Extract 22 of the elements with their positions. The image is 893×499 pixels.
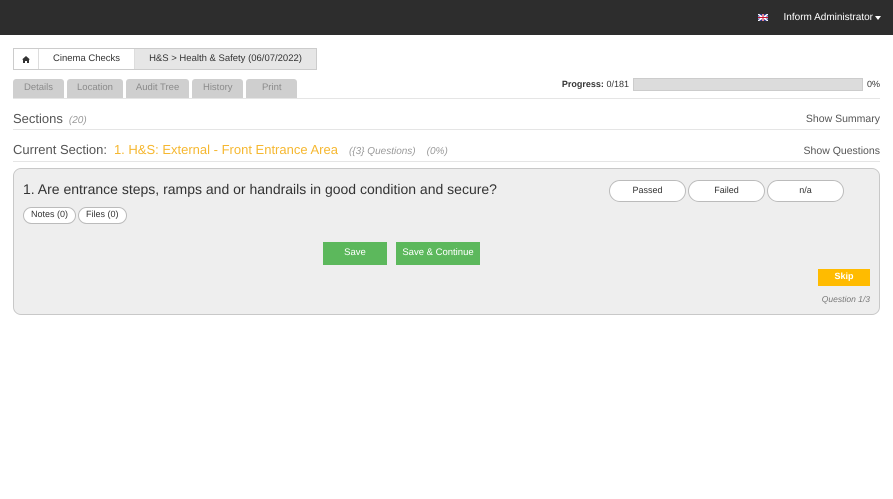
progress-percent: 0% — [866, 78, 880, 91]
question-text: 1. Are entrance steps, ramps and or handrails in good condition and secure? — [23, 180, 497, 199]
answer-button[interactable]: Passed — [609, 180, 686, 202]
caret-icon — [875, 16, 881, 20]
current-section-name: 1. H&S: External - Front Entrance Area — [114, 141, 338, 159]
attachment-button[interactable]: Files (0) — [78, 206, 127, 224]
sections-count: (20) — [68, 114, 87, 128]
show-questions-link[interactable]: Show Questions — [804, 144, 880, 160]
user-menu[interactable]: Inform Administrator — [784, 10, 881, 25]
home-icon — [22, 56, 30, 62]
answer-button[interactable]: Failed — [688, 180, 765, 202]
breadcrumb-item[interactable]: H&S > Health & Safety (06/07/2022) — [135, 49, 316, 69]
show-summary-link[interactable]: Show Summary — [806, 112, 880, 128]
flag-icon — [758, 14, 768, 21]
current-section-label: Current Section: — [13, 141, 107, 159]
progress-label: Progress: 0/181 — [562, 78, 629, 91]
question-count: ({3} Questions) — [348, 145, 416, 159]
answer-button[interactable]: n/a — [767, 180, 844, 202]
sections-title: Sections — [13, 110, 63, 128]
question-position: Question 1/3 — [822, 292, 870, 306]
section-percent: (0%) — [426, 145, 448, 159]
attachment-button[interactable]: Notes (0) — [23, 206, 76, 224]
